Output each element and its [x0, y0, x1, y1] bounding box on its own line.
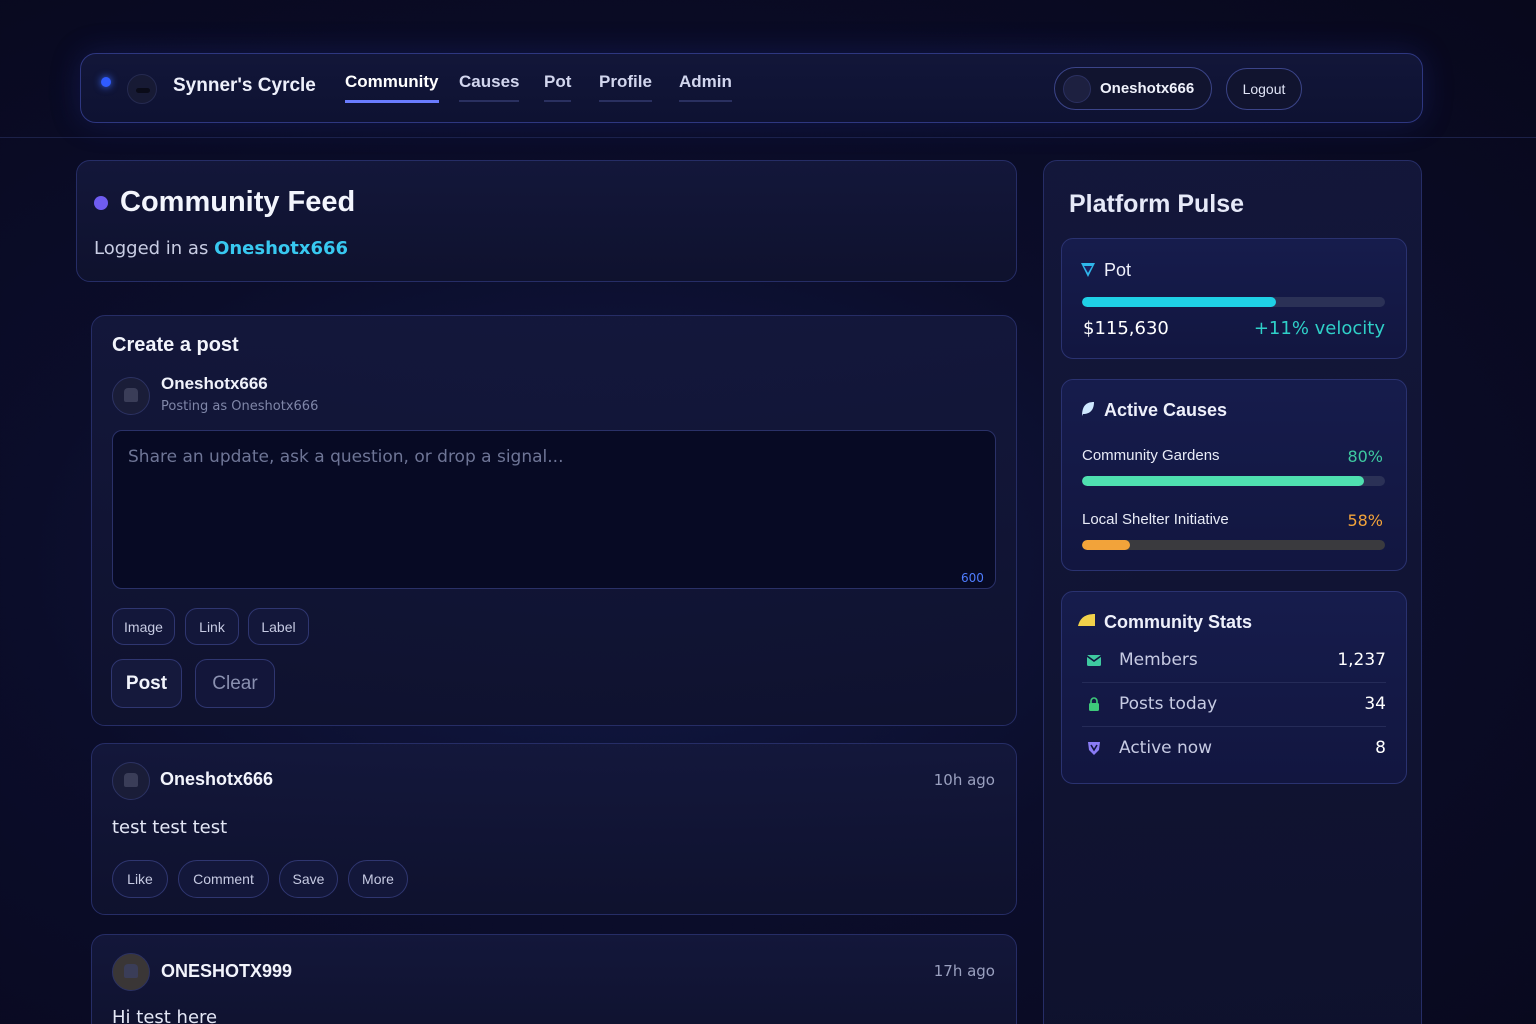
- shield-icon: [1088, 742, 1100, 755]
- stat-value: 1,237: [1337, 650, 1386, 670]
- attach-image-button[interactable]: Image: [112, 608, 175, 645]
- avatar: [1063, 75, 1091, 103]
- pot-velocity: +11% velocity: [1253, 318, 1385, 339]
- post-timestamp: 17h ago: [933, 962, 995, 980]
- post-textarea[interactable]: [112, 430, 996, 589]
- pot-progress-fill: [1082, 297, 1276, 307]
- chart-icon: [1078, 614, 1095, 626]
- attach-label-button[interactable]: Label: [248, 608, 309, 645]
- post-body: Hi test here: [112, 1007, 218, 1024]
- create-post-title: Create a post: [112, 334, 239, 356]
- feed-title-dot: [94, 196, 108, 210]
- post-timestamp: 10h ago: [933, 771, 995, 789]
- cause-percent: 58%: [1347, 511, 1383, 530]
- attach-link-button[interactable]: Link: [185, 608, 239, 645]
- post-author[interactable]: Oneshotx666: [160, 769, 273, 790]
- lock-icon: [1089, 697, 1099, 711]
- stat-value: 34: [1364, 694, 1386, 714]
- user-menu-chip[interactable]: Oneshotx666: [1054, 67, 1212, 110]
- post-author[interactable]: ONESHOTX999: [161, 961, 292, 982]
- nav-link-pot[interactable]: Pot: [544, 72, 572, 102]
- char-counter: 600: [961, 571, 984, 585]
- nav-link-admin[interactable]: Admin: [679, 72, 732, 102]
- logged-in-text: Logged in as Oneshotx666: [94, 238, 348, 259]
- brand-logo-icon[interactable]: [127, 74, 157, 104]
- stat-row-active-now: Active now 8: [1082, 727, 1386, 771]
- brand-name[interactable]: Synner's Cyrcle: [173, 75, 316, 97]
- save-button[interactable]: Save: [279, 860, 338, 898]
- logged-in-prefix: Logged in as: [94, 238, 215, 259]
- avatar[interactable]: [112, 762, 150, 800]
- nav-link-profile[interactable]: Profile: [599, 72, 652, 102]
- post-body: test test test: [112, 817, 228, 838]
- cause-percent: 80%: [1347, 447, 1383, 466]
- pot-amount: $115,630: [1083, 318, 1169, 339]
- avatar: [112, 377, 150, 415]
- like-button[interactable]: Like: [112, 860, 168, 898]
- stat-label: Posts today: [1119, 694, 1218, 714]
- logout-button[interactable]: Logout: [1226, 68, 1302, 110]
- cause-progress-bar: [1082, 476, 1385, 486]
- stat-label: Members: [1119, 650, 1198, 670]
- gem-icon: [1081, 263, 1095, 277]
- pot-progress-bar: [1082, 297, 1385, 307]
- composer-username: Oneshotx666: [161, 374, 268, 393]
- composer-posting-as: Posting as Oneshotx666: [161, 399, 319, 414]
- avatar[interactable]: [112, 953, 150, 991]
- leaf-icon: [1082, 402, 1094, 416]
- cause-progress-bar: [1082, 540, 1385, 550]
- cause-name[interactable]: Local Shelter Initiative: [1082, 511, 1229, 528]
- stat-label: Active now: [1119, 738, 1213, 758]
- cause-progress-fill: [1082, 540, 1131, 550]
- page-title: Community Feed: [120, 186, 356, 218]
- active-causes-title: Active Causes: [1104, 400, 1228, 420]
- cause-name[interactable]: Community Gardens: [1082, 447, 1220, 464]
- logged-in-user-link[interactable]: Oneshotx666: [214, 238, 348, 259]
- stat-row-members: Members 1,237: [1082, 639, 1386, 683]
- clear-button[interactable]: Clear: [195, 659, 275, 708]
- stat-row-posts-today: Posts today 34: [1082, 683, 1386, 727]
- cause-progress-fill: [1082, 476, 1364, 486]
- user-chip-name: Oneshotx666: [1100, 80, 1195, 97]
- nav-link-causes[interactable]: Causes: [459, 72, 520, 102]
- status-dot: [101, 77, 111, 87]
- nav-link-community[interactable]: Community: [345, 72, 439, 103]
- sidebar-title: Platform Pulse: [1069, 190, 1245, 218]
- comment-button[interactable]: Comment: [178, 860, 269, 898]
- stat-value: 8: [1375, 738, 1386, 758]
- feed-header-card: [76, 160, 1017, 282]
- community-stats-title: Community Stats: [1104, 612, 1253, 632]
- post-button[interactable]: Post: [111, 659, 182, 708]
- more-button[interactable]: More: [348, 860, 408, 898]
- pot-label: Pot: [1104, 260, 1132, 280]
- header-divider: [0, 137, 1536, 138]
- envelope-icon: [1086, 655, 1102, 666]
